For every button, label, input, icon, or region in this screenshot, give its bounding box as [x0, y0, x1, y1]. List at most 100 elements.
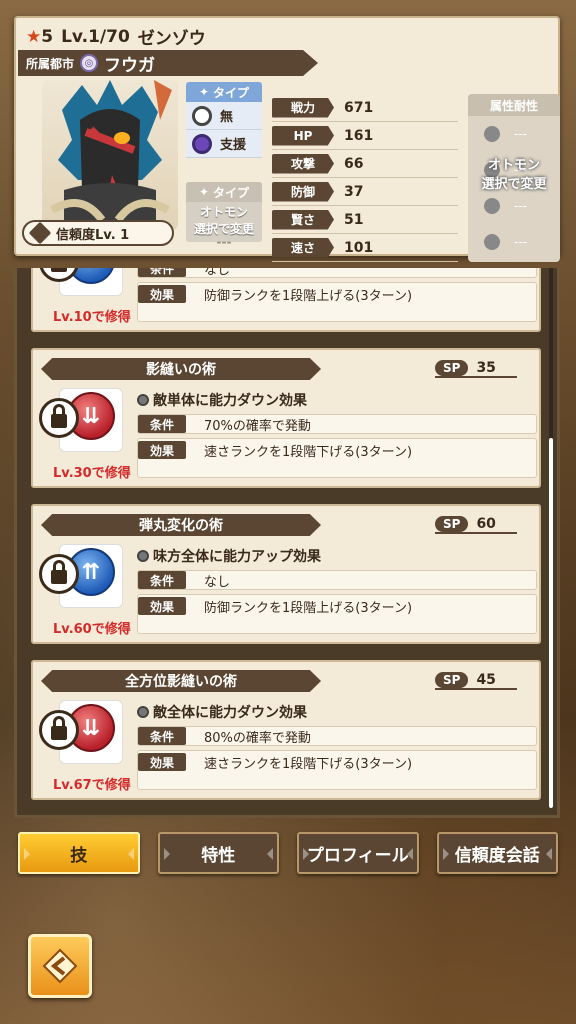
- city-emblem-icon: ◎: [80, 54, 99, 72]
- type-panel: ✦ タイプ 無 支援: [186, 82, 262, 158]
- sp-value: 35: [476, 360, 496, 376]
- stat-speed: 速さ 101: [272, 234, 458, 262]
- monster-portrait-image: [49, 80, 172, 230]
- skill-name: 影縫いの術: [41, 358, 321, 380]
- secondary-type-header: ✦ タイプ: [186, 182, 262, 202]
- stat-attack: 攻撃 66: [272, 150, 458, 178]
- skill-list[interactable]: ⇈ 条件なし 効果防御ランクを1段階上げる(3ターン) Lv.10で修得 影縫い…: [14, 268, 560, 818]
- skill-description: 敵単体に能力ダウン効果: [137, 390, 307, 410]
- type-item-neutral: 無: [186, 102, 262, 130]
- skill-card[interactable]: 弾丸変化の術 SP 60 ⇈ 味方全体に能力アップ効果 条件 なし 効果 防御ランクを…: [31, 504, 541, 644]
- back-arrow-icon: [42, 948, 78, 984]
- rarity: ★5: [26, 27, 53, 47]
- city-bar: 所属都市 ◎ フウガ: [18, 50, 318, 76]
- stat-value: 671: [344, 99, 374, 116]
- skill-card[interactable]: 全方位影縫いの術 SP 45 ⇊ 敵全体に能力ダウン効果 条件 80%の確率で発動 …: [31, 660, 541, 800]
- skill-name: 全方位影縫いの術: [41, 670, 321, 692]
- monster-name: ゼンゾウ: [137, 29, 206, 49]
- stat-key: 戦力: [272, 97, 334, 118]
- skill-description: 味方全体に能力アップ効果: [137, 546, 321, 566]
- unlock-level: Lv.10で修得: [53, 310, 131, 325]
- stat-key: 攻撃: [272, 153, 334, 174]
- condition-label: 条件: [138, 415, 186, 433]
- sp-label: SP: [435, 360, 469, 376]
- condition-value: 70%の確率で発動: [204, 418, 311, 434]
- unlock-level: Lv.67で修得: [53, 778, 131, 793]
- type-header: ✦ タイプ: [186, 82, 262, 102]
- skill-condition: 条件 なし: [137, 268, 537, 278]
- lock-icon: [39, 398, 79, 438]
- city-label: 所属都市: [26, 56, 75, 71]
- tab-profile[interactable]: プロフィール: [297, 832, 419, 874]
- stat-value: 37: [344, 183, 364, 200]
- stats-panel: 戦力 671 HP 161 攻撃 66 防御 37 賢さ 51 速さ 101: [272, 94, 458, 262]
- monster-portrait[interactable]: [42, 80, 178, 230]
- skill-sp: SP 45: [435, 672, 517, 690]
- stat-key: HP: [272, 125, 334, 146]
- skill-name: 弾丸変化の術: [41, 514, 321, 536]
- skill-card[interactable]: ⇈ 条件なし 効果防御ランクを1段階上げる(3ターン) Lv.10で修得: [31, 268, 541, 332]
- skill-sp: SP 35: [435, 360, 517, 378]
- secondary-type-label: タイプ: [213, 185, 250, 200]
- type-item-label: 支援: [220, 138, 247, 153]
- effect-label: 効果: [138, 285, 186, 303]
- stat-key: 防御: [272, 181, 334, 202]
- skill-effect: 効果 防御ランクを1段階上げる(3ターン): [137, 594, 537, 634]
- resistance-header: 属性耐性: [468, 94, 560, 116]
- stat-value: 101: [344, 239, 374, 256]
- effect-value: 防御ランクを1段階上げる(3ターン): [204, 601, 413, 616]
- effect-label: 効果: [138, 753, 186, 771]
- trust-level-text: 信頼度Lv. 1: [56, 227, 130, 243]
- effect-label: 効果: [138, 597, 186, 615]
- tab-skills[interactable]: 技: [18, 832, 140, 874]
- type-header-icon: ✦: [198, 185, 210, 199]
- skill-card[interactable]: 影縫いの術 SP 35 ⇊ 敵単体に能力ダウン効果 条件 70%の確率で発動 効果速…: [31, 348, 541, 488]
- effect-label: 効果: [138, 441, 186, 459]
- neutral-type-icon: [192, 105, 212, 126]
- trust-icon: [28, 221, 52, 245]
- city-name: フウガ: [104, 55, 156, 76]
- ice-element-icon: [484, 234, 500, 250]
- scrollbar-thumb[interactable]: [549, 438, 553, 808]
- condition-label: 条件: [138, 571, 186, 589]
- skill-description-text: 敵全体に能力ダウン効果: [153, 705, 307, 721]
- stat-power: 戦力 671: [272, 94, 458, 122]
- lock-icon: [39, 710, 79, 750]
- support-type-icon: [192, 133, 212, 154]
- type-header-label: タイプ: [213, 85, 250, 100]
- sp-label: SP: [435, 516, 469, 532]
- stat-key: 賢さ: [272, 209, 334, 230]
- sp-value: 60: [476, 516, 496, 532]
- tab-traits[interactable]: 特性: [157, 832, 279, 874]
- back-button[interactable]: [28, 934, 92, 998]
- stat-wisdom: 賢さ 51: [272, 206, 458, 234]
- condition-label: 条件: [138, 727, 186, 745]
- effect-value: 防御ランクを1段階上げる(3ターン): [204, 289, 413, 304]
- skill-condition: 条件 70%の確率で発動: [137, 414, 537, 434]
- monster-header-card: ★5 Lv.1/70 ゼンゾウ 所属都市 ◎ フウガ 信頼度Lv. 1 ✦ タイプ…: [14, 16, 560, 262]
- lock-icon: [39, 554, 79, 594]
- skill-description: 敵全体に能力ダウン効果: [137, 702, 307, 722]
- stat-value: 51: [344, 211, 364, 228]
- skill-description-text: 敵単体に能力ダウン効果: [153, 393, 307, 409]
- sp-value: 45: [476, 672, 496, 688]
- skill-effect: 効果 防御ランクを1段階上げる(3ターン): [137, 282, 537, 322]
- rarity-value: 5: [41, 26, 54, 47]
- secondary-type-value: ---: [216, 235, 232, 249]
- tab-trust-talk[interactable]: 信頼度会話: [436, 832, 558, 874]
- resistance-value: ---: [514, 235, 527, 249]
- bullet-icon: [137, 394, 149, 406]
- stat-value: 161: [344, 127, 374, 144]
- stat-defense: 防御 37: [272, 178, 458, 206]
- sp-label: SP: [435, 672, 469, 688]
- secondary-type-panel: ✦ タイプ オトモン 選択で変更 ---: [186, 182, 262, 249]
- skill-condition: 条件 80%の確率で発動: [137, 726, 537, 746]
- stat-value: 66: [344, 155, 364, 172]
- trust-level-badge: 信頼度Lv. 1: [22, 220, 174, 246]
- level-text: Lv.1/70: [61, 26, 130, 47]
- condition-label: 条件: [138, 268, 186, 277]
- title-row: ★5 Lv.1/70 ゼンゾウ: [26, 24, 206, 50]
- skill-effect: 効果 速さランクを1段階下げる(3ターン): [137, 438, 537, 478]
- stat-key: 速さ: [272, 237, 334, 258]
- condition-value: 80%の確率で発動: [204, 730, 311, 746]
